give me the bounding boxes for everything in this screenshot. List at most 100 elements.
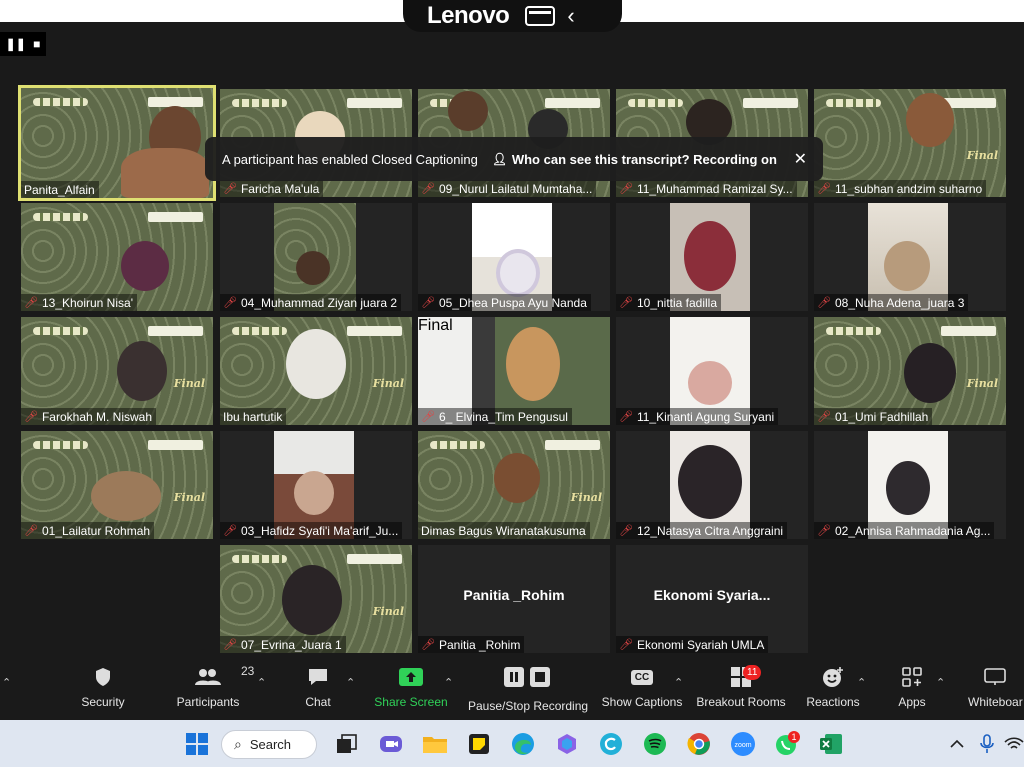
video-tile[interactable]: 🎤︎ 05_Dhea Puspa Ayu Nanda	[418, 203, 610, 311]
whatsapp-icon[interactable]: 1	[773, 730, 801, 758]
sticky-notes-icon[interactable]	[465, 730, 493, 758]
video-tile[interactable]: 🎤︎ 10_nittia fadilla	[616, 203, 808, 311]
mic-muted-icon: 🎤︎	[817, 297, 831, 309]
chevron-up-icon[interactable]: ⌃	[257, 676, 266, 689]
security-button[interactable]: Security	[76, 662, 130, 720]
video-tile[interactable]: Final Ibu hartutik	[220, 317, 412, 425]
taskbar-search[interactable]: ⌕ Search	[221, 730, 317, 759]
video-tile[interactable]: 🎤︎ 08_Nuha Adena_juara 3	[814, 203, 1006, 311]
show-captions-button[interactable]: CC Show Captions	[602, 662, 682, 720]
video-tile[interactable]: Final 🎤︎ 01_Umi Fadhillah	[814, 317, 1006, 425]
windows-start-icon[interactable]	[183, 730, 211, 758]
participant-name-tag: Panita_Alfain	[21, 181, 99, 198]
chevron-up-icon[interactable]: ⌃	[936, 676, 945, 689]
participant-name-tag: 🎤︎ 11_Muhammad Ramizal Sy...	[616, 180, 797, 197]
video-tile[interactable]: 🎤︎ 02_Annisa Rahmadania Ag...	[814, 431, 1006, 539]
lenovo-logo: Lenovo	[427, 2, 510, 29]
mic-muted-icon: 🎤︎	[223, 639, 237, 651]
person-info-icon: 👤︎	[491, 152, 508, 166]
meeting-toolbar: ⌃ Security 23 Participants ⌃ Chat ⌃ Shar…	[0, 662, 1024, 720]
participant-hands	[121, 148, 209, 198]
close-icon[interactable]: ✕	[794, 149, 807, 169]
mic-muted-icon: 🎤︎	[421, 183, 435, 195]
excel-icon[interactable]	[817, 730, 845, 758]
participants-button[interactable]: 23 Participants	[172, 662, 255, 720]
chat-button[interactable]: Chat	[300, 662, 336, 720]
participant-face	[496, 249, 540, 297]
edge-browser-icon[interactable]	[509, 730, 537, 758]
shield-icon	[94, 662, 112, 692]
pause-icon[interactable]: ❚❚	[6, 37, 26, 51]
apps-button[interactable]: Apps	[896, 662, 928, 720]
file-explorer-icon[interactable]	[421, 730, 449, 758]
participant-name-tag: 🎤︎ 13_Khoirun Nisa'	[21, 294, 137, 311]
chevron-up-icon[interactable]: ⌃	[2, 676, 11, 689]
cc-icon: CC	[630, 662, 654, 692]
breakout-rooms-button[interactable]: 11 Breakout Rooms	[696, 662, 786, 720]
microphone-icon[interactable]	[973, 730, 1001, 758]
participant-name-tag: 🎤︎ Panitia _Rohim	[418, 636, 525, 653]
banner-sponsor-logo	[941, 326, 996, 336]
copilot-icon[interactable]	[553, 730, 581, 758]
participant-name-tag: 🎤︎ 01_Lailatur Rohmah	[21, 522, 155, 539]
banner-final-text: Final	[418, 317, 453, 334]
chrome-icon[interactable]	[685, 730, 713, 758]
banner-logos	[430, 441, 485, 449]
video-tile[interactable]: Final 🎤︎ 11_subhan andzim suharno	[814, 89, 1006, 197]
mic-muted-icon: 🎤︎	[619, 639, 633, 651]
banner-sponsor-logo	[347, 98, 402, 108]
video-tile[interactable]: Final 🎤︎ 6_ Elvina_Tim Pengusul	[418, 317, 610, 425]
participant-name-tag: 🎤︎ 11_subhan andzim suharno	[814, 180, 987, 197]
share-screen-button[interactable]: Share Screen	[374, 662, 448, 720]
participant-name-tag: 🎤︎ 12_Natasya Citra Anggraini	[616, 522, 788, 539]
chevron-left-icon[interactable]: ‹	[567, 3, 574, 29]
participant-name-tag: Ibu hartutik	[220, 408, 287, 425]
participant-face	[494, 453, 540, 503]
spotify-icon[interactable]	[641, 730, 669, 758]
closed-caption-notification: A participant has enabled Closed Caption…	[205, 137, 823, 181]
participant-name-tag: 🎤︎ 03_Hafidz Syafi'i Ma'arif_Ju...	[220, 522, 403, 539]
video-tile[interactable]: Final Dimas Bagus Wiranatakusuma	[418, 431, 610, 539]
banner-logos	[232, 555, 287, 563]
task-view-icon[interactable]	[333, 730, 361, 758]
whiteboard-icon	[966, 662, 1024, 692]
canva-icon[interactable]	[597, 730, 625, 758]
participant-name-tag: 🎤︎ Faricha Ma'ula	[220, 180, 324, 197]
video-tile[interactable]: 🎤︎ 13_Khoirun Nisa'	[21, 203, 213, 311]
meet-app-icon[interactable]	[377, 730, 405, 758]
chevron-up-icon[interactable]	[943, 730, 971, 758]
participant-name-tag: 🎤︎ 07_Evrina_Juara 1	[220, 636, 346, 653]
chevron-up-icon[interactable]: ⌃	[346, 676, 355, 689]
video-tile-no-video[interactable]: Ekonomi Syaria... 🎤︎ Ekonomi Syariah UMLA	[616, 545, 808, 653]
windows-taskbar: ⌕ Search zoom 1	[0, 720, 1024, 767]
record-controls-icon	[502, 662, 554, 692]
reactions-button[interactable]: Reactions	[806, 662, 860, 720]
wifi-icon[interactable]	[1004, 730, 1024, 758]
video-tile-no-video[interactable]: Panitia _Rohim 🎤︎ Panitia _Rohim	[418, 545, 610, 653]
mic-muted-icon: 🎤︎	[619, 297, 633, 309]
video-tile[interactable]: Final 🎤︎ Farokhah M. Niswah	[21, 317, 213, 425]
video-tile[interactable]: 🎤︎ 03_Hafidz Syafi'i Ma'arif_Ju...	[220, 431, 412, 539]
notification-message: A participant has enabled Closed Caption…	[222, 151, 478, 167]
video-tile[interactable]: Panita_Alfain	[18, 85, 216, 201]
mic-muted-icon: 🎤︎	[223, 297, 237, 309]
mic-muted-icon: 🎤︎	[619, 183, 633, 195]
lenovo-overlay-bar[interactable]: Lenovo ‹	[403, 0, 622, 32]
chevron-up-icon[interactable]: ⌃	[444, 676, 453, 689]
video-tile[interactable]: Final 🎤︎ 07_Evrina_Juara 1	[220, 545, 412, 653]
screen-icon[interactable]	[525, 6, 556, 26]
video-tile[interactable]: 🎤︎ 12_Natasya Citra Anggraini	[616, 431, 808, 539]
zoom-app-icon[interactable]: zoom	[729, 730, 757, 758]
mic-muted-icon: 🎤︎	[619, 525, 633, 537]
apps-icon	[902, 662, 922, 692]
whiteboard-button[interactable]: Whiteboar	[966, 662, 1024, 720]
transcript-info-link[interactable]: 👤︎ Who can see this transcript? Recording…	[492, 152, 777, 167]
stop-icon[interactable]: ■	[33, 37, 40, 51]
video-tile[interactable]: 🎤︎ 04_Muhammad Ziyan juara 2	[220, 203, 412, 311]
video-tile[interactable]: 🎤︎ 11_Kinanti Agung Suryani	[616, 317, 808, 425]
pause-stop-recording-button[interactable]: Pause/Stop Recording	[468, 662, 588, 720]
participant-name-tag: 🎤︎ Ekonomi Syariah UMLA	[616, 636, 769, 653]
chevron-up-icon[interactable]: ⌃	[857, 676, 866, 689]
chevron-up-icon[interactable]: ⌃	[674, 676, 683, 689]
video-tile[interactable]: Final 🎤︎ 01_Lailatur Rohmah	[21, 431, 213, 539]
